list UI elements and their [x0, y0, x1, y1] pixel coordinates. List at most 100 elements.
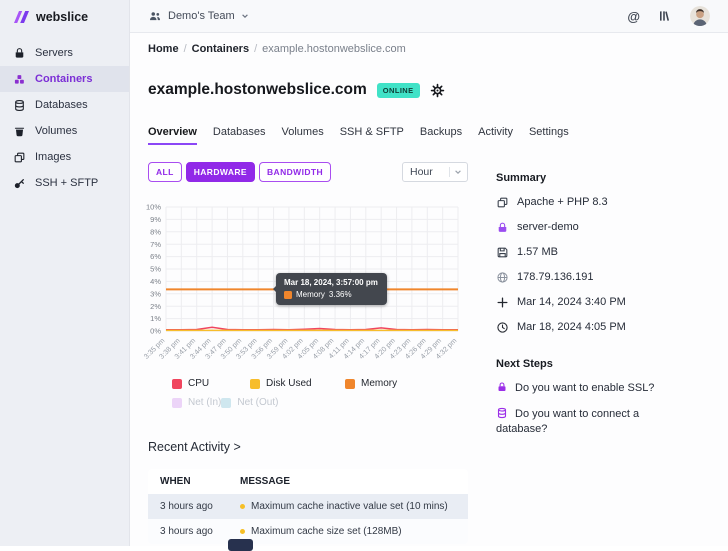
col-header-when: WHEN: [148, 476, 240, 487]
clock-icon: [496, 321, 509, 334]
tab-bar: Overview Databases Volumes SSH & SFTP Ba…: [148, 126, 569, 145]
summary-value: Apache + PHP 8.3: [517, 195, 608, 209]
tab-activity[interactable]: Activity: [478, 126, 513, 145]
sidebar-item-databases[interactable]: Databases: [0, 92, 129, 118]
legend-cpu[interactable]: CPU: [172, 378, 250, 389]
summary-item-ip: 178.79.136.191: [496, 270, 711, 284]
next-steps-panel: Next Steps Do you want to enable SSL? Do…: [496, 358, 671, 437]
tooltip-title: Mar 18, 2024, 3:57:00 pm: [284, 278, 378, 287]
tab-overview[interactable]: Overview: [148, 126, 197, 145]
webslice-logo-icon: [13, 10, 30, 24]
sidebar-item-volumes[interactable]: Volumes: [0, 118, 129, 144]
tab-volumes[interactable]: Volumes: [282, 126, 324, 145]
legend-disk-used[interactable]: Disk Used: [250, 378, 345, 389]
sidebar-item-label: Images: [35, 151, 71, 163]
sidebar-item-label: Servers: [35, 47, 73, 59]
col-header-message: MESSAGE: [240, 476, 290, 487]
tab-databases[interactable]: Databases: [213, 126, 266, 145]
tooltip-swatch: [284, 291, 292, 299]
legend-label: Memory: [361, 378, 397, 389]
server-icon: [496, 221, 509, 234]
database-icon: [496, 407, 508, 419]
filter-all-button[interactable]: ALL: [148, 162, 182, 182]
legend-label: Net (Out): [237, 397, 278, 408]
sidebar-item-images[interactable]: Images: [0, 144, 129, 170]
tab-backups[interactable]: Backups: [420, 126, 462, 145]
tab-settings[interactable]: Settings: [529, 126, 569, 145]
library-stats-icon[interactable]: [657, 8, 673, 24]
brand-name: webslice: [36, 10, 88, 24]
table-header-row: WHEN MESSAGE: [148, 469, 468, 494]
bottom-cutoff-element: [228, 539, 253, 551]
chevron-down-icon: [241, 12, 249, 20]
page-header: example.hostonwebslice.com ONLINE: [148, 81, 445, 99]
next-step-text: Do you want to connect a database?: [496, 408, 639, 435]
activity-message-text: Maximum cache size set (128MB): [251, 526, 402, 537]
containers-icon: [13, 73, 26, 86]
volumes-icon: [13, 125, 26, 138]
images-icon: [13, 151, 26, 164]
chart-legend: CPU Disk Used Memory Net (In) Net (Out): [148, 378, 468, 408]
users-icon: [148, 9, 162, 23]
mentions-icon[interactable]: @: [627, 9, 640, 24]
sidebar-item-label: Volumes: [35, 125, 77, 137]
activity-message: Maximum cache size set (128MB): [240, 526, 402, 537]
topbar-actions: @: [627, 6, 710, 26]
breadcrumb-current: example.hostonwebslice.com: [262, 43, 406, 55]
stack-icon: [496, 196, 509, 209]
summary-value: Mar 14, 2024 3:40 PM: [517, 295, 626, 309]
net-in-swatch: [172, 398, 182, 408]
legend-memory[interactable]: Memory: [345, 378, 425, 389]
chart-tooltip: Mar 18, 2024, 3:57:00 pm Memory 3.36%: [276, 273, 387, 305]
filter-hardware-button[interactable]: HARDWARE: [186, 162, 255, 182]
tab-ssh-sftp[interactable]: SSH & SFTP: [340, 126, 404, 145]
activity-message: Maximum cache inactive value set (10 min…: [240, 501, 448, 512]
legend-net-out[interactable]: Net (Out): [221, 397, 278, 408]
team-name: Demo's Team: [168, 10, 235, 22]
breadcrumb-containers[interactable]: Containers: [192, 43, 249, 55]
breadcrumb-home[interactable]: Home: [148, 43, 179, 55]
summary-item-disk: 1.57 MB: [496, 245, 711, 259]
avatar-image: [690, 6, 710, 26]
activity-message-text: Maximum cache inactive value set (10 min…: [251, 501, 448, 512]
next-step-database[interactable]: Do you want to connect a database?: [496, 407, 671, 437]
activity-when: 3 hours ago: [148, 526, 240, 537]
filter-bandwidth-button[interactable]: BANDWIDTH: [259, 162, 331, 182]
summary-item-server: server-demo: [496, 220, 711, 234]
breadcrumb: Home/Containers/example.hostonwebslice.c…: [148, 43, 406, 55]
legend-net-in[interactable]: Net (In): [172, 397, 221, 408]
sidebar-item-containers[interactable]: Containers: [0, 66, 129, 92]
summary-title: Summary: [496, 172, 711, 184]
databases-icon: [13, 99, 26, 112]
settings-gear-button[interactable]: [430, 83, 445, 98]
plus-icon: [496, 296, 509, 309]
usage-chart[interactable]: 0%1%2%3%4%5%6%7%8%9%10%3:35 pm3:38 pm3:4…: [144, 199, 468, 373]
sidebar-item-label: Containers: [35, 73, 92, 85]
recent-activity-link[interactable]: Recent Activity >: [148, 440, 241, 454]
tooltip-value: 3.36%: [329, 290, 352, 299]
net-out-swatch: [221, 398, 231, 408]
gear-icon: [430, 83, 445, 98]
disk-swatch: [250, 379, 260, 389]
next-steps-title: Next Steps: [496, 358, 671, 370]
next-step-ssl[interactable]: Do you want to enable SSL?: [496, 381, 671, 396]
summary-value: Mar 18, 2024 4:05 PM: [517, 320, 626, 334]
table-row: 3 hours ago Maximum cache inactive value…: [148, 494, 468, 519]
lock-icon: [496, 381, 508, 393]
brand-logo[interactable]: webslice: [0, 0, 129, 32]
user-avatar[interactable]: [690, 6, 710, 26]
activity-dot-icon: [240, 504, 245, 509]
sidebar-item-servers[interactable]: Servers: [0, 40, 129, 66]
svg-text:9%: 9%: [150, 215, 161, 224]
key-icon: [13, 177, 26, 190]
svg-text:3%: 3%: [150, 289, 161, 298]
summary-value: server-demo: [517, 220, 579, 234]
svg-text:8%: 8%: [150, 227, 161, 236]
sidebar-nav: Servers Containers Databases Volumes: [0, 40, 129, 196]
legend-label: Disk Used: [266, 378, 312, 389]
legend-label: CPU: [188, 378, 209, 389]
sidebar-item-ssh-sftp[interactable]: SSH + SFTP: [0, 170, 129, 196]
team-selector[interactable]: Demo's Team: [148, 9, 249, 23]
interval-select[interactable]: Hour: [402, 162, 468, 182]
disk-icon: [496, 246, 509, 259]
